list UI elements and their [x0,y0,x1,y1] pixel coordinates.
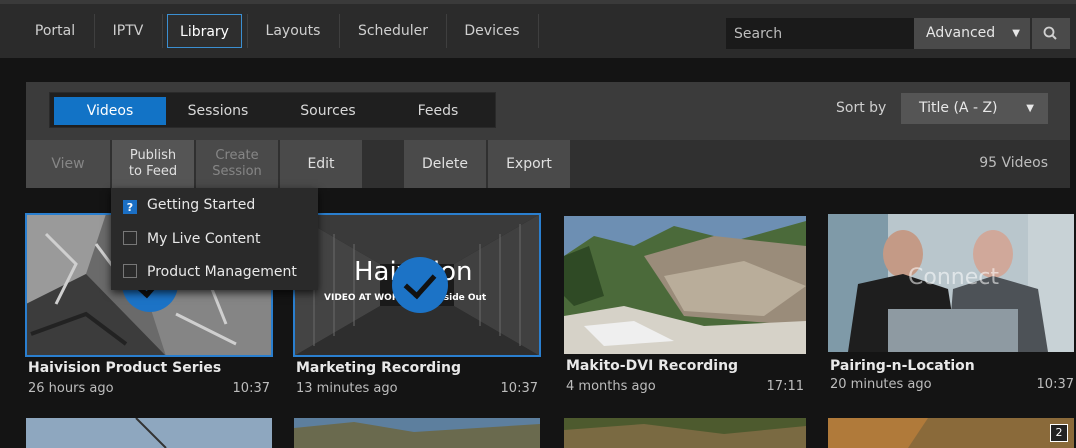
nav-layouts[interactable]: Layouts [250,14,336,48]
search-icon [1043,26,1057,40]
video-thumbnail[interactable] [564,216,806,354]
video-count: 95 Videos [979,155,1048,171]
nav-divider [446,14,447,48]
nav-divider [339,14,340,48]
menu-item-my-live-content[interactable]: My Live Content [123,228,261,250]
video-age: 4 months ago [566,379,656,394]
tab-sources[interactable]: Sources [278,97,378,125]
edit-button[interactable]: Edit [280,140,362,188]
nav-divider [94,14,95,48]
video-title: Makito-DVI Recording [566,358,739,374]
tab-sessions[interactable]: Sessions [168,97,268,125]
nav-divider [538,14,539,48]
item-count-badge: 2 [1050,424,1068,442]
publish-label-line2: to Feed [128,164,178,179]
caret-down-icon: ▼ [1012,28,1020,39]
checkbox-icon[interactable] [123,264,137,278]
video-duration: 17:11 [766,379,804,394]
create-label-line2: Session [212,164,262,179]
sort-by-label: Sort by [836,100,887,116]
video-title: Pairing-n-Location [830,358,975,374]
search-button[interactable] [1032,18,1070,49]
publish-to-feed-button[interactable]: Publish to Feed [112,140,194,188]
publish-to-feed-menu: ? Getting Started My Live Content Product… [111,188,318,290]
sort-select[interactable]: Title (A - Z) ▼ [901,93,1048,124]
publish-label-line1: Publish [129,148,177,163]
nav-divider [247,14,248,48]
video-age: 20 minutes ago [830,377,932,392]
menu-item-label: My Live Content [147,231,261,247]
top-nav: Portal IPTV Library Layouts Scheduler De… [0,0,1076,58]
sort-value: Title (A - Z) [919,100,998,116]
video-age: 13 minutes ago [296,381,398,396]
checkbox-icon[interactable] [123,231,137,245]
nav-library[interactable]: Library [167,14,242,48]
nav-devices[interactable]: Devices [449,14,535,48]
menu-item-product-management[interactable]: Product Management [123,261,297,283]
question-icon: ? [123,200,137,214]
tab-feeds[interactable]: Feeds [388,97,488,125]
create-session-button[interactable]: Create Session [196,140,278,188]
video-age: 26 hours ago [28,381,114,396]
video-title: Marketing Recording [296,360,461,376]
advanced-label: Advanced [926,25,996,41]
video-thumbnail[interactable]: Connect [828,214,1074,352]
create-label-line1: Create [215,148,259,163]
video-duration: 10:37 [1036,377,1074,392]
video-duration: 10:37 [232,381,270,396]
video-duration: 10:37 [500,381,538,396]
menu-item-label: Getting Started [147,197,256,213]
caret-down-icon: ▼ [1026,103,1034,114]
export-button[interactable]: Export [488,140,570,188]
menu-item-getting-started[interactable]: ? Getting Started [123,194,255,216]
nav-divider [162,14,163,48]
delete-button[interactable]: Delete [404,140,486,188]
video-thumbnail[interactable]: Haivision VIDEO AT WORK · SM Inside Out [293,213,541,357]
menu-item-label: Product Management [147,264,297,280]
video-title: Haivision Product Series [28,360,222,376]
thumb-watermark-text: Connect [908,265,999,290]
nav-portal[interactable]: Portal [18,14,92,48]
advanced-search-button[interactable]: Advanced ▼ [914,18,1030,49]
nav-scheduler[interactable]: Scheduler [342,14,444,48]
view-button[interactable]: View [26,140,110,188]
nav-iptv[interactable]: IPTV [96,14,160,48]
library-tabs: Videos Sessions Sources Feeds [49,92,496,128]
search-input[interactable] [726,18,914,49]
selected-check-icon [392,257,448,313]
tab-videos[interactable]: Videos [54,97,166,125]
